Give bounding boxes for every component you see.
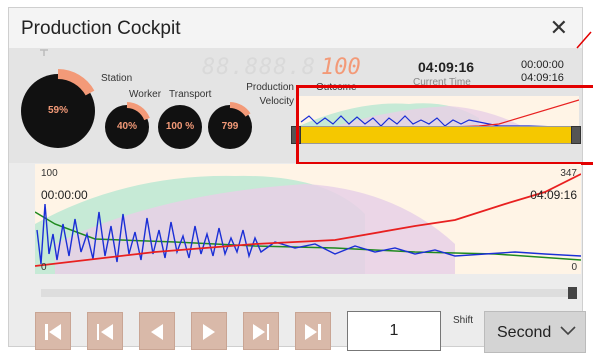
outcome-ghost-digits: 88.888.8: [202, 55, 316, 80]
previous-frame-button[interactable]: [87, 312, 123, 350]
chart-y-top-right: 347: [560, 168, 577, 179]
shift-label: Shift: [453, 315, 474, 326]
first-frame-button[interactable]: [35, 312, 71, 350]
play-icon: [203, 324, 215, 340]
gauge-worker-label: Worker: [129, 89, 162, 100]
gauge-worker-value: 40%: [116, 121, 137, 132]
chart-end-time: 04:09:16: [530, 188, 577, 202]
title-bar: Production Cockpit ✕: [9, 8, 582, 48]
timeline-end: 04:09:16: [521, 72, 564, 84]
chart-start-time: 00:00:00: [41, 188, 88, 202]
annotation-line: [576, 31, 592, 49]
chart-y-bottom-left: 0: [41, 262, 47, 273]
play-backward-button[interactable]: [139, 312, 175, 350]
play-reverse-icon: [151, 324, 163, 340]
timeline-start: 00:00:00: [521, 59, 564, 71]
chart-y-top-left: 100: [41, 168, 58, 179]
gauge-velocity-label: Production Velocity: [246, 82, 294, 107]
gauge-station-label: Station: [101, 73, 133, 84]
outcome-value: 100: [321, 55, 361, 80]
time-unit-select[interactable]: Second: [484, 311, 586, 353]
gauge-station-value: 59%: [47, 105, 68, 116]
gauge-transport-label: Transport: [169, 89, 212, 100]
pin-icon[interactable]: [39, 49, 49, 57]
next-frame-button[interactable]: [243, 312, 279, 350]
chevron-down-icon: [560, 326, 576, 336]
skip-to-end-icon: [305, 324, 321, 340]
frame-step-input[interactable]: 1: [347, 311, 441, 351]
close-icon[interactable]: ✕: [550, 14, 568, 42]
main-chart-area[interactable]: 100 347 00:00:00 04:09:16 0 0: [35, 164, 581, 274]
gauge-transport-value: 100 %: [165, 121, 195, 132]
horizontal-scrollbar[interactable]: [41, 287, 577, 299]
last-frame-button[interactable]: [295, 312, 331, 350]
production-cockpit-window: Production Cockpit ✕ 59% Station 40% Wor…: [8, 7, 593, 353]
skip-to-start-icon: [45, 324, 61, 340]
step-back-icon: [97, 324, 113, 340]
highlight-frame: [296, 85, 593, 165]
play-button[interactable]: [191, 312, 227, 350]
gauge-velocity-value: 799: [221, 121, 239, 132]
scrollbar-thumb[interactable]: [568, 287, 577, 299]
step-forward-icon: [253, 324, 269, 340]
current-time-value: 04:09:16: [418, 59, 475, 75]
time-unit-value: Second: [497, 324, 552, 341]
main-chart: [35, 173, 581, 274]
window-title: Production Cockpit: [21, 18, 181, 39]
chart-y-bottom-right: 0: [571, 262, 577, 273]
